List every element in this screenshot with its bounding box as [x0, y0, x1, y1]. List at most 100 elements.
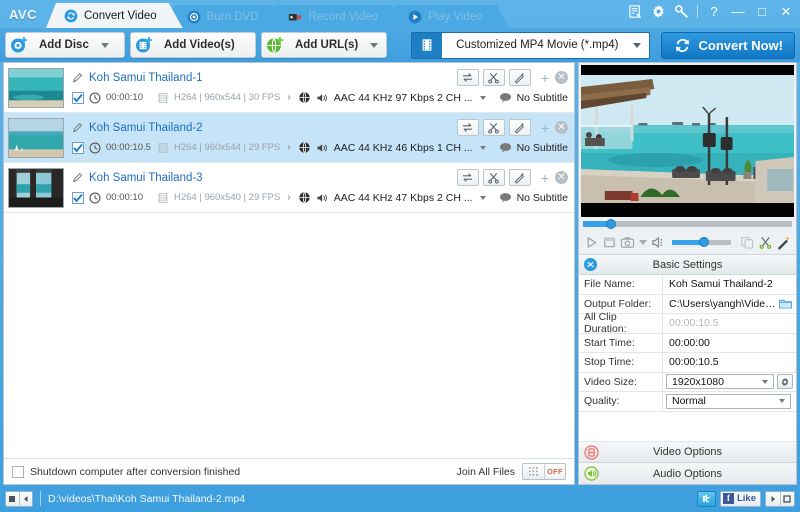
chevron-down-icon[interactable]: [480, 146, 486, 150]
pencil-icon[interactable]: [72, 122, 84, 134]
convert-row-button[interactable]: [457, 169, 479, 186]
scissors-icon[interactable]: [758, 235, 773, 250]
add-urls-button[interactable]: Add URL(s): [261, 32, 387, 58]
convert-row-button[interactable]: [457, 119, 479, 136]
play-button[interactable]: [584, 235, 599, 250]
setting-value-wrap[interactable]: 00:00:00: [663, 337, 796, 349]
audio-options-row[interactable]: Audio Options: [579, 463, 796, 484]
chevron-down-icon[interactable]: [101, 43, 109, 48]
join-toggle[interactable]: OFF: [522, 463, 566, 480]
expand-arrow-icon[interactable]: ›: [287, 142, 290, 153]
video-title[interactable]: Koh Samui Thailand-2: [89, 122, 203, 134]
setting-value-wrap[interactable]: C:\Users\yangh\Videos...: [663, 298, 796, 310]
view-mode-buttons[interactable]: [765, 491, 795, 507]
shutdown-checkbox[interactable]: [12, 466, 24, 478]
expand-arrow-icon[interactable]: ›: [287, 92, 290, 103]
close-button[interactable]: ✕: [778, 4, 794, 19]
row-checkbox[interactable]: [72, 192, 84, 204]
convert-now-button[interactable]: Convert Now!: [661, 32, 796, 59]
subtitle-value[interactable]: No Subtitle: [517, 142, 568, 154]
table-row[interactable]: Koh Samui Thailand-2 00:00:10.5: [4, 113, 574, 163]
stop-button[interactable]: [602, 235, 617, 250]
add-row-button[interactable]: +: [541, 72, 549, 84]
output-format-selector[interactable]: Customized MP4 Movie (*.mp4): [411, 32, 649, 59]
video-options-row[interactable]: Video Options: [579, 442, 796, 463]
row-checkbox[interactable]: [72, 142, 84, 154]
file-name-value[interactable]: Koh Samui Thailand-2: [669, 278, 773, 290]
chevron-down-icon[interactable]: [480, 196, 486, 200]
chevron-down-icon[interactable]: [370, 43, 378, 48]
video-preview[interactable]: [581, 65, 794, 217]
quality-select[interactable]: Normal: [666, 394, 791, 409]
start-time-value[interactable]: 00:00:00: [669, 337, 710, 349]
effect-row-button[interactable]: [509, 169, 531, 186]
effect-row-button[interactable]: [509, 69, 531, 86]
remove-row-button[interactable]: ✕: [555, 121, 568, 134]
seek-bar[interactable]: [579, 217, 796, 231]
minimize-button[interactable]: —: [730, 4, 746, 19]
panel-list-toggle[interactable]: [6, 492, 20, 506]
cut-row-button[interactable]: [483, 119, 505, 136]
tab-play-video[interactable]: Play Video: [394, 5, 509, 28]
cut-row-button[interactable]: [483, 69, 505, 86]
panel-toggle-buttons[interactable]: [5, 491, 33, 507]
subtitle-value[interactable]: No Subtitle: [517, 92, 568, 104]
chevron-down-icon[interactable]: [639, 240, 647, 245]
chevron-down-icon[interactable]: [480, 96, 486, 100]
gear-icon[interactable]: [651, 4, 666, 19]
chevron-down-icon[interactable]: [633, 43, 641, 48]
output-folder-value[interactable]: C:\Users\yangh\Videos...: [669, 298, 779, 310]
video-size-select[interactable]: 1920x1080: [666, 374, 774, 389]
add-row-button[interactable]: +: [541, 122, 549, 134]
pencil-icon[interactable]: [72, 72, 84, 84]
volume-slider[interactable]: [672, 238, 732, 248]
globe-icon[interactable]: [298, 91, 311, 104]
globe-icon[interactable]: [298, 141, 311, 154]
facebook-like-button[interactable]: f Like: [720, 491, 761, 507]
cut-row-button[interactable]: [483, 169, 505, 186]
folder-icon[interactable]: [779, 298, 792, 309]
expand-arrow-icon[interactable]: ›: [287, 192, 290, 203]
remove-row-button[interactable]: ✕: [555, 71, 568, 84]
magic-wand-icon[interactable]: [776, 235, 791, 250]
snapshot-button[interactable]: [620, 235, 635, 250]
tab-convert-video[interactable]: Convert Video: [46, 3, 183, 28]
effect-row-button[interactable]: [509, 119, 531, 136]
volume-handle[interactable]: [699, 237, 709, 247]
setting-value-wrap[interactable]: Koh Samui Thailand-2: [663, 278, 796, 290]
audio-track[interactable]: AAC 44 KHz 47 Kbps 2 CH ...: [334, 192, 473, 204]
seek-handle[interactable]: [606, 219, 616, 229]
add-videos-button[interactable]: Add Video(s): [130, 32, 256, 58]
add-row-button[interactable]: +: [541, 172, 549, 184]
table-row[interactable]: Koh Samui Thailand-1 00:00:10: [4, 63, 574, 113]
add-disc-button[interactable]: Add Disc: [5, 32, 125, 58]
globe-icon[interactable]: [298, 191, 311, 204]
log-icon[interactable]: [628, 4, 643, 19]
convert-row-button[interactable]: [457, 69, 479, 86]
twitter-button[interactable]: [697, 491, 716, 507]
tab-burn-dvd[interactable]: Burn DVD: [173, 5, 285, 28]
video-title[interactable]: Koh Samui Thailand-3: [89, 172, 203, 184]
view-mode-detail[interactable]: [781, 492, 795, 506]
help-button[interactable]: ?: [706, 4, 722, 19]
panel-collapse-toggle[interactable]: [20, 492, 33, 506]
audio-track[interactable]: AAC 44 KHz 46 Kbps 1 CH ...: [334, 142, 473, 154]
video-title[interactable]: Koh Samui Thailand-1: [89, 72, 203, 84]
pencil-icon[interactable]: [72, 172, 84, 184]
view-mode-compact[interactable]: [766, 492, 781, 506]
volume-track[interactable]: [672, 240, 732, 245]
seek-track[interactable]: [583, 221, 792, 227]
tab-record-video[interactable]: Record Video: [274, 5, 403, 28]
maximize-button[interactable]: □: [754, 4, 770, 19]
row-checkbox[interactable]: [72, 92, 84, 104]
volume-icon[interactable]: [651, 235, 666, 250]
copy-icon[interactable]: [740, 235, 755, 250]
subtitle-value[interactable]: No Subtitle: [517, 192, 568, 204]
table-row[interactable]: Koh Samui Thailand-3 00:00:10: [4, 163, 574, 213]
stop-time-value[interactable]: 00:00:10.5: [669, 356, 719, 368]
audio-track[interactable]: AAC 44 KHz 97 Kbps 2 CH ...: [334, 92, 473, 104]
wrench-icon[interactable]: [674, 4, 689, 19]
setting-value-wrap[interactable]: 00:00:10.5: [663, 356, 796, 368]
shutdown-option[interactable]: Shutdown computer after conversion finis…: [12, 466, 240, 478]
remove-row-button[interactable]: ✕: [555, 171, 568, 184]
